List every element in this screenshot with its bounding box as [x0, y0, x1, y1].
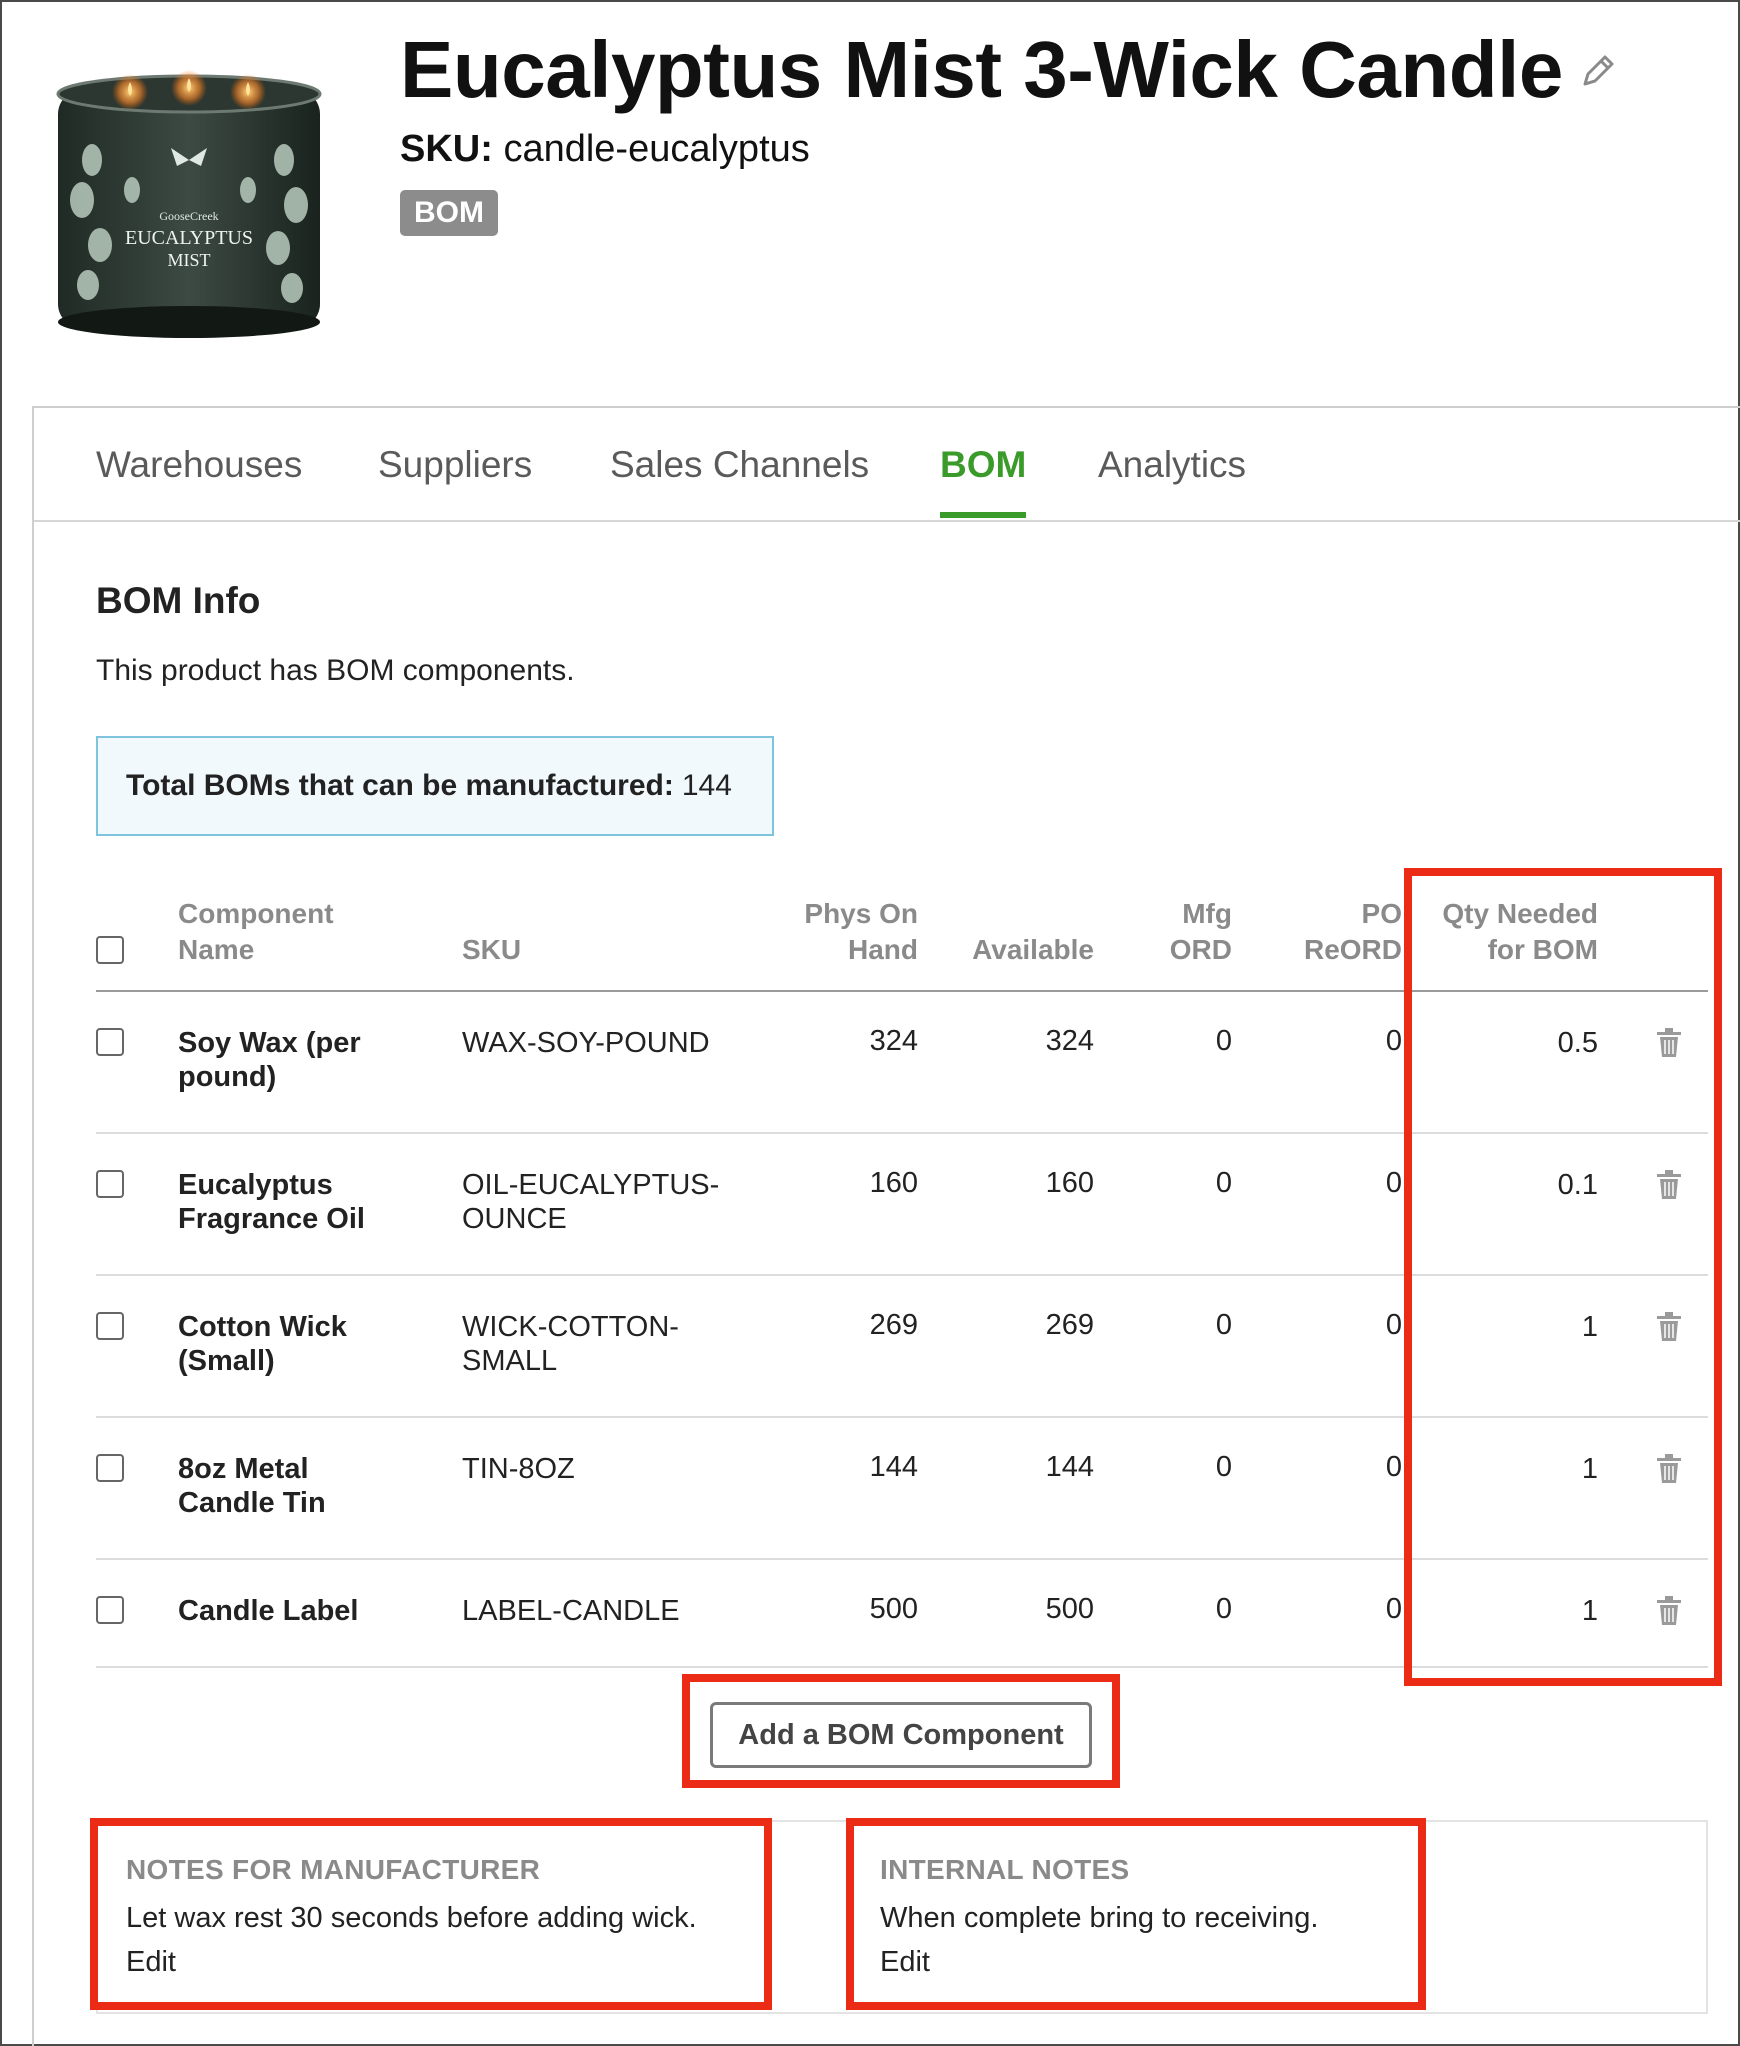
internal-notes-text: When complete bring to receiving.: [880, 1902, 1319, 1934]
component-sku: WAX-SOY-POUND: [462, 1027, 710, 1059]
internal-notes-label: INTERNAL NOTES: [880, 1854, 1130, 1885]
row-divider: [96, 1132, 1708, 1134]
qty-needed-value[interactable]: 1: [1414, 1310, 1598, 1344]
phys-on-hand-value: 144: [869, 1451, 918, 1483]
manufacturer-notes-text: Let wax rest 30 seconds before adding wi…: [126, 1902, 697, 1934]
internal-notes-edit-link[interactable]: Edit: [880, 1946, 930, 1979]
tab-suppliers[interactable]: Suppliers: [378, 444, 532, 486]
component-name[interactable]: Eucalyptus Fragrance Oil: [178, 1168, 418, 1236]
qty-needed-value[interactable]: 1: [1414, 1594, 1598, 1628]
component-name[interactable]: Candle Label: [178, 1594, 418, 1628]
col-po-reord[interactable]: PO ReORD: [1254, 896, 1402, 968]
mfg-ord-value: 0: [1215, 1167, 1232, 1199]
product-image: GooseCreek EUCALYPTUS MIST: [56, 70, 322, 338]
manufacturer-notes-label: NOTES FOR MANUFACTURER: [126, 1854, 541, 1885]
component-sku: LABEL-CANDLE: [462, 1595, 680, 1627]
col-phys-on-hand[interactable]: Phys On Hand: [754, 896, 918, 968]
bom-badge: BOM: [400, 190, 498, 236]
svg-text:MIST: MIST: [167, 250, 210, 270]
col-sku[interactable]: SKU: [462, 932, 521, 968]
trash-icon[interactable]: [1656, 1454, 1682, 1484]
sku-value: candle-eucalyptus: [503, 128, 810, 170]
available-value: 500: [1045, 1593, 1094, 1625]
mfg-ord-value: 0: [1215, 1593, 1232, 1625]
total-boms-value: 144: [681, 769, 732, 802]
row-divider: [96, 1558, 1708, 1560]
component-name[interactable]: 8oz Metal Candle Tin: [178, 1452, 418, 1520]
trash-icon[interactable]: [1656, 1312, 1682, 1342]
po-reord-value: 0: [1385, 1167, 1402, 1199]
tab-sales-channels[interactable]: Sales Channels: [610, 444, 869, 486]
trash-icon[interactable]: [1656, 1170, 1682, 1200]
bom-info-title: BOM Info: [96, 580, 261, 621]
table-header-divider: [96, 990, 1708, 992]
available-value: 324: [1045, 1025, 1094, 1057]
col-available[interactable]: Available: [914, 932, 1094, 968]
phys-on-hand-value: 500: [869, 1593, 918, 1625]
component-sku: TIN-8OZ: [462, 1453, 575, 1485]
total-boms-box: Total BOMs that can be manufactured: 144: [96, 736, 774, 836]
sku-label: SKU:: [400, 128, 493, 170]
add-bom-component-button[interactable]: Add a BOM Component: [710, 1702, 1092, 1768]
row-checkbox[interactable]: [96, 1596, 124, 1624]
tab-warehouses[interactable]: Warehouses: [96, 444, 302, 486]
title-row: Eucalyptus Mist 3-Wick Candle: [400, 30, 1617, 110]
row-checkbox[interactable]: [96, 1170, 124, 1198]
total-boms-label: Total BOMs that can be manufactured:: [126, 769, 674, 802]
notes-section: NOTES FOR MANUFACTURER Let wax rest 30 s…: [96, 1820, 1708, 2014]
po-reord-value: 0: [1385, 1451, 1402, 1483]
component-name[interactable]: Cotton Wick (Small): [178, 1310, 418, 1378]
available-value: 160: [1045, 1167, 1094, 1199]
po-reord-value: 0: [1385, 1309, 1402, 1341]
row-divider: [96, 1416, 1708, 1418]
qty-needed-value[interactable]: 0.5: [1414, 1026, 1598, 1060]
col-component-name[interactable]: Component Name: [178, 896, 334, 968]
svg-text:GooseCreek: GooseCreek: [159, 209, 218, 223]
mfg-ord-value: 0: [1215, 1309, 1232, 1341]
row-checkbox[interactable]: [96, 1028, 124, 1056]
available-value: 269: [1045, 1309, 1094, 1341]
po-reord-value: 0: [1385, 1593, 1402, 1625]
tab-bom[interactable]: BOM: [940, 444, 1026, 486]
tab-active-underline: [940, 512, 1026, 518]
bom-info-description: This product has BOM components.: [96, 654, 575, 687]
row-divider: [96, 1274, 1708, 1276]
mfg-ord-value: 0: [1215, 1451, 1232, 1483]
product-sku: SKU: candle-eucalyptus: [400, 128, 810, 171]
product-title: Eucalyptus Mist 3-Wick Candle: [400, 25, 1563, 114]
col-qty-needed[interactable]: Qty Needed for BOM: [1414, 896, 1598, 968]
manufacturer-notes-edit-link[interactable]: Edit: [126, 1946, 176, 1979]
trash-icon[interactable]: [1656, 1028, 1682, 1058]
qty-needed-value[interactable]: 1: [1414, 1452, 1598, 1486]
component-sku: OIL-EUCALYPTUS- OUNCE: [462, 1169, 720, 1235]
row-checkbox[interactable]: [96, 1454, 124, 1482]
select-all-checkbox[interactable]: [96, 936, 124, 964]
col-mfg-ord[interactable]: Mfg ORD: [1114, 896, 1232, 968]
tab-bar: Warehouses Suppliers Sales Channels BOM …: [34, 408, 1740, 522]
available-value: 144: [1045, 1451, 1094, 1483]
trash-icon[interactable]: [1656, 1596, 1682, 1626]
po-reord-value: 0: [1385, 1025, 1402, 1057]
row-checkbox[interactable]: [96, 1312, 124, 1340]
table-bottom-divider: [96, 1666, 1708, 1668]
component-sku: WICK-COTTON- SMALL: [462, 1311, 679, 1377]
mfg-ord-value: 0: [1215, 1025, 1232, 1057]
qty-needed-value[interactable]: 0.1: [1414, 1168, 1598, 1202]
phys-on-hand-value: 160: [869, 1167, 918, 1199]
product-detail-card: Warehouses Suppliers Sales Channels BOM …: [32, 406, 1740, 2046]
phys-on-hand-value: 269: [869, 1309, 918, 1341]
svg-text:EUCALYPTUS: EUCALYPTUS: [125, 227, 253, 249]
tab-analytics[interactable]: Analytics: [1098, 444, 1246, 486]
component-name[interactable]: Soy Wax (per pound): [178, 1026, 418, 1094]
phys-on-hand-value: 324: [869, 1025, 918, 1057]
pencil-icon[interactable]: [1577, 53, 1617, 93]
